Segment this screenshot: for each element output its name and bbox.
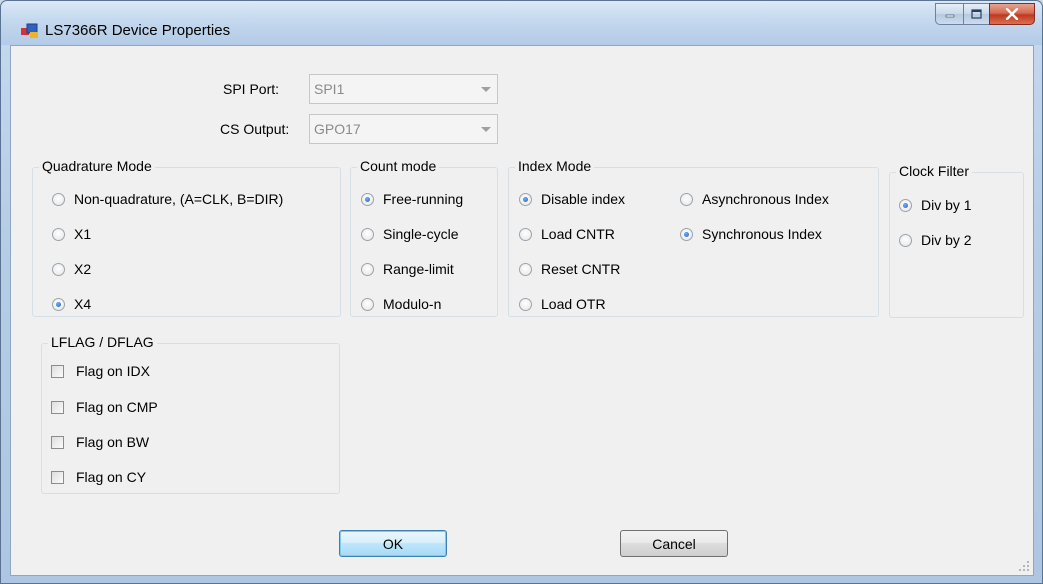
radio-non-quadrature[interactable]: Non-quadrature, (A=CLK, B=DIR) <box>52 190 283 208</box>
radio-x4[interactable]: X4 <box>52 295 91 313</box>
checkbox-flag-on-cy[interactable]: Flag on CY <box>51 468 146 486</box>
checkbox-flag-on-cmp[interactable]: Flag on CMP <box>51 398 158 416</box>
radio-range-limit[interactable]: Range-limit <box>361 260 454 278</box>
window-title: LS7366R Device Properties <box>45 22 231 39</box>
lflag-dflag-title: LFLAG / DFLAG <box>48 334 157 350</box>
ok-button[interactable]: OK <box>339 530 447 557</box>
radio-button-selected[interactable] <box>899 198 912 212</box>
radio-button[interactable] <box>361 297 374 311</box>
dialog-client-area: SPI Port: SPI1 CS Output: GPO17 Quadratu… <box>10 45 1034 576</box>
radio-button-selected[interactable] <box>519 192 532 206</box>
radio-div-by-2[interactable]: Div by 2 <box>899 231 972 249</box>
radio-reset-cntr[interactable]: Reset CNTR <box>519 260 620 278</box>
close-icon <box>1005 8 1019 20</box>
radio-button[interactable] <box>680 192 693 206</box>
dialog-window: LS7366R Device Properties SPI Port: SPI1… <box>0 0 1043 584</box>
radio-button[interactable] <box>52 262 65 276</box>
spi-port-label: SPI Port: <box>223 81 280 97</box>
radio-button-selected[interactable] <box>361 192 374 206</box>
radio-button-selected[interactable] <box>52 297 65 311</box>
index-mode-group: Index Mode Disable index Load CNTR Reset… <box>508 158 879 317</box>
quadrature-mode-group: Quadrature Mode Non-quadrature, (A=CLK, … <box>32 158 341 317</box>
maximize-icon <box>971 9 982 19</box>
cs-output-value: GPO17 <box>314 121 361 137</box>
radio-synchronous-index[interactable]: Synchronous Index <box>680 225 822 243</box>
checkbox[interactable] <box>51 470 64 484</box>
radio-disable-index[interactable]: Disable index <box>519 190 625 208</box>
spi-port-select[interactable]: SPI1 <box>309 74 498 104</box>
radio-asynchronous-index[interactable]: Asynchronous Index <box>680 190 829 208</box>
radio-button[interactable] <box>519 227 532 241</box>
checkbox[interactable] <box>51 364 64 378</box>
cancel-button[interactable]: Cancel <box>620 530 728 557</box>
radio-load-otr[interactable]: Load OTR <box>519 295 606 313</box>
count-mode-group: Count mode Free-running Single-cycle Ran… <box>350 158 498 317</box>
chevron-down-icon <box>481 127 491 132</box>
title-bar[interactable]: LS7366R Device Properties <box>1 1 1042 45</box>
radio-x1[interactable]: X1 <box>52 225 91 243</box>
spi-port-value: SPI1 <box>314 81 345 97</box>
radio-button[interactable] <box>519 297 532 311</box>
radio-free-running[interactable]: Free-running <box>361 190 463 208</box>
radio-single-cycle[interactable]: Single-cycle <box>361 225 458 243</box>
chevron-down-icon <box>481 87 491 92</box>
radio-button[interactable] <box>361 227 374 241</box>
app-window-icon <box>21 23 38 38</box>
cs-output-label: CS Output: <box>220 121 290 137</box>
minimize-icon <box>945 14 954 18</box>
caption-buttons <box>935 3 1035 25</box>
radio-button[interactable] <box>899 233 912 247</box>
radio-button[interactable] <box>519 262 532 276</box>
checkbox-flag-on-idx[interactable]: Flag on IDX <box>51 362 150 380</box>
radio-div-by-1[interactable]: Div by 1 <box>899 196 972 214</box>
clock-filter-group: Clock Filter Div by 1 Div by 2 <box>889 163 1024 318</box>
close-button[interactable] <box>989 3 1035 25</box>
index-mode-title: Index Mode <box>515 158 595 174</box>
checkbox-flag-on-bw[interactable]: Flag on BW <box>51 433 149 451</box>
resize-grip-icon[interactable] <box>1018 560 1030 572</box>
radio-load-cntr[interactable]: Load CNTR <box>519 225 615 243</box>
radio-button[interactable] <box>52 192 65 206</box>
count-mode-title: Count mode <box>357 158 440 174</box>
cs-output-select[interactable]: GPO17 <box>309 114 498 144</box>
radio-x2[interactable]: X2 <box>52 260 91 278</box>
radio-button-selected[interactable] <box>680 227 693 241</box>
radio-modulo-n[interactable]: Modulo-n <box>361 295 441 313</box>
radio-button[interactable] <box>361 262 374 276</box>
maximize-button[interactable] <box>963 3 989 25</box>
radio-button[interactable] <box>52 227 65 241</box>
checkbox[interactable] <box>51 400 64 414</box>
minimize-button[interactable] <box>935 3 963 25</box>
lflag-dflag-group: LFLAG / DFLAG Flag on IDX Flag on CMP Fl… <box>41 334 340 494</box>
checkbox[interactable] <box>51 435 64 449</box>
quadrature-mode-title: Quadrature Mode <box>39 158 155 174</box>
clock-filter-title: Clock Filter <box>896 163 973 179</box>
